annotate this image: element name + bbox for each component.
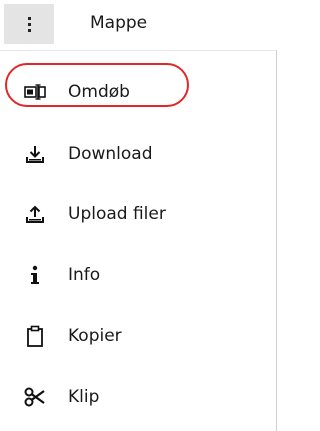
more-options-button[interactable]: [4, 4, 54, 44]
download-icon: [24, 143, 46, 165]
rename-icon: [24, 81, 46, 103]
menu-item-label: Klip: [68, 387, 100, 407]
menu-item-label: Info: [68, 265, 101, 285]
folder-label[interactable]: Mappe: [90, 13, 147, 33]
menu-item-download[interactable]: Download: [0, 124, 270, 184]
cut-icon: [24, 386, 46, 408]
menu-item-copy[interactable]: Kopier: [0, 306, 270, 366]
menu-item-rename[interactable]: Omdøb: [0, 62, 270, 122]
more-vertical-icon: [27, 16, 31, 32]
menu-item-label: Kopier: [68, 326, 122, 346]
context-menu: Omdøb Download Upload filer Info Kopier …: [0, 50, 277, 431]
info-icon: [24, 264, 46, 286]
menu-item-info[interactable]: Info: [0, 245, 270, 305]
menu-item-upload[interactable]: Upload filer: [0, 184, 270, 244]
menu-item-label: Download: [68, 144, 153, 164]
menu-item-cut[interactable]: Klip: [0, 367, 270, 427]
menu-item-label: Upload filer: [68, 204, 166, 224]
upload-icon: [24, 203, 46, 225]
menu-item-label: Omdøb: [68, 82, 130, 102]
top-bar: Mappe: [0, 0, 277, 50]
copy-icon: [24, 325, 46, 347]
